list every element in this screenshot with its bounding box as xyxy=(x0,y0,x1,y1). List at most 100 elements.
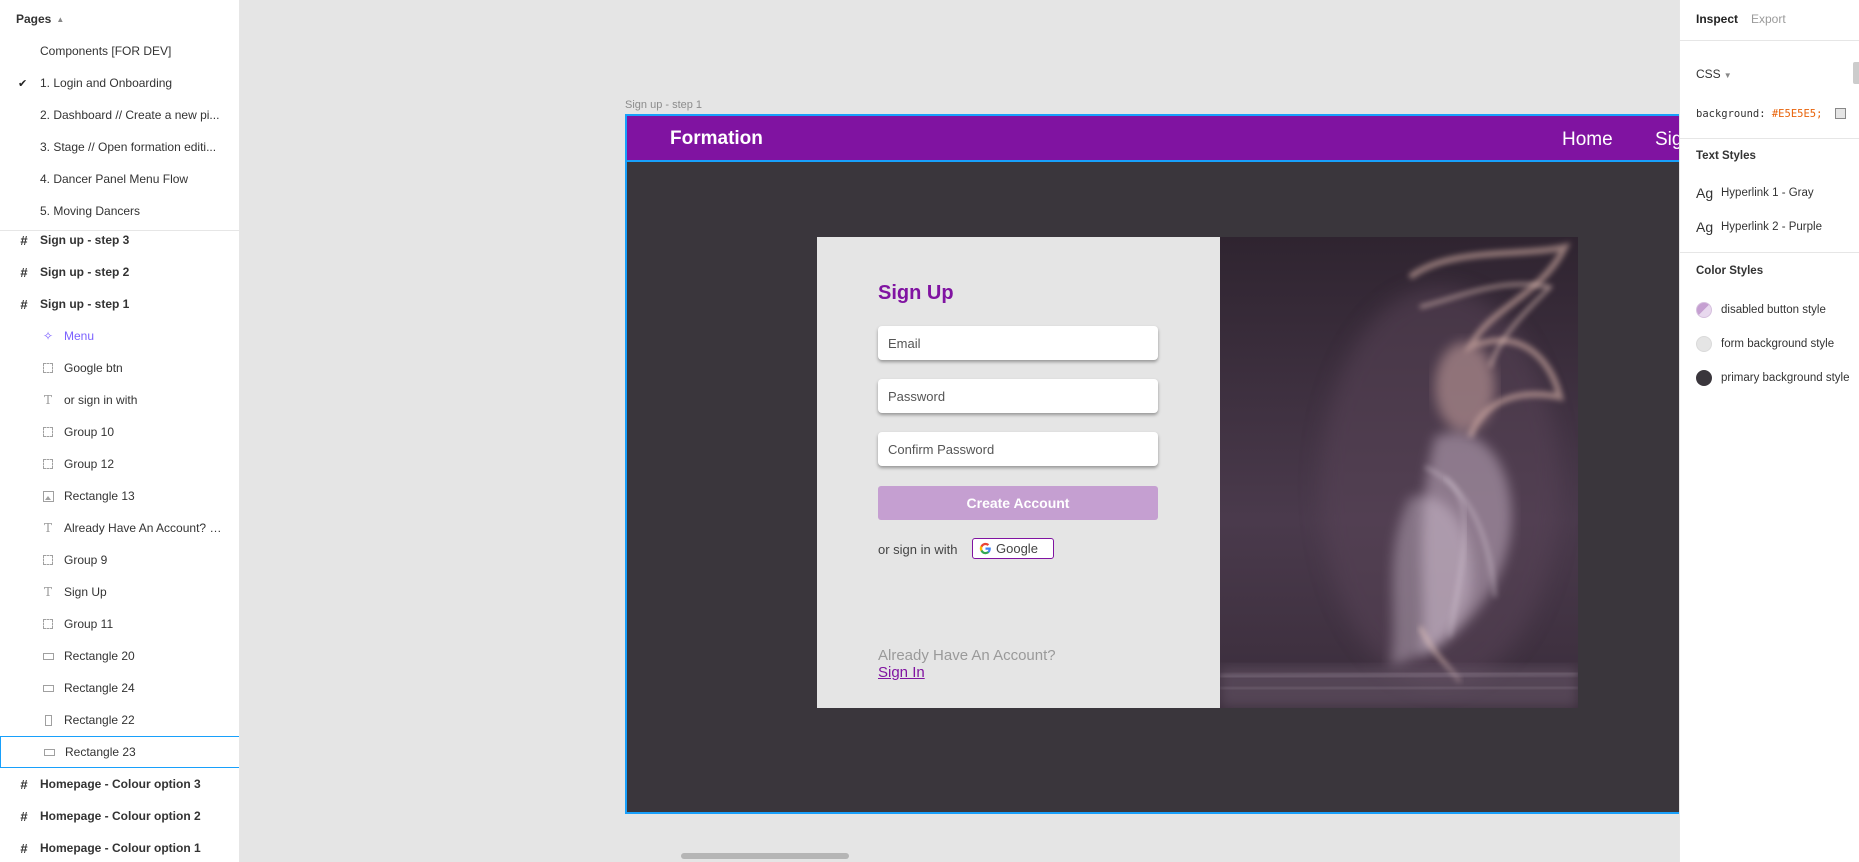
layer-label: Sign up - step 2 xyxy=(40,265,130,279)
color-swatch-icon xyxy=(1696,336,1712,352)
confirm-password-field[interactable]: Confirm Password xyxy=(878,432,1158,466)
sign-in-link[interactable]: Sign In xyxy=(878,664,925,681)
layer-label: Group 11 xyxy=(64,617,114,631)
signup-frame[interactable]: Formation Home Sign In Sign Up Email Pas… xyxy=(625,114,1778,814)
tab-export[interactable]: Export xyxy=(1751,12,1786,26)
frame-name-label[interactable]: Sign up - step 1 xyxy=(625,99,702,111)
brand-logo-text[interactable]: Formation xyxy=(670,128,763,150)
rectangle-icon xyxy=(41,713,55,727)
panel-divider xyxy=(1680,138,1859,139)
css-property: background: xyxy=(1696,108,1772,120)
layer-label: Rectangle 23 xyxy=(65,745,136,759)
page-item-label: 1. Login and Onboarding xyxy=(40,76,173,90)
text-icon: T xyxy=(43,585,52,599)
component-instance-icon: ✧ xyxy=(42,329,54,343)
pages-header[interactable]: Pages ▲ xyxy=(16,12,64,26)
nav-home-link[interactable]: Home xyxy=(1562,129,1613,151)
google-button-label: Google xyxy=(996,541,1038,556)
google-button[interactable]: Google xyxy=(972,538,1054,559)
text-style-preview-icon: Ag xyxy=(1696,219,1714,235)
or-sign-in-with-label: or sign in with xyxy=(878,542,958,557)
layer-row[interactable]: T or sign in with xyxy=(0,384,239,416)
group-icon xyxy=(41,617,55,631)
layer-row-selected[interactable]: Rectangle 23 xyxy=(0,736,239,768)
layer-row[interactable]: # Homepage - Colour option 2 xyxy=(0,800,239,832)
frame-icon: # xyxy=(20,296,28,312)
layer-label: Homepage - Colour option 1 xyxy=(40,841,201,855)
page-item[interactable]: Components [FOR DEV] xyxy=(0,35,239,67)
layer-row[interactable]: # Homepage - Colour option 3 xyxy=(0,768,239,800)
css-code-line[interactable]: background: #E5E5E5; xyxy=(1696,108,1822,120)
dancer-photo[interactable] xyxy=(1220,237,1578,708)
text-style-label: Hyperlink 1 - Gray xyxy=(1721,187,1814,199)
layer-label: Already Have An Account? Si... xyxy=(64,521,226,535)
layer-row[interactable]: T Already Have An Account? Si... xyxy=(0,512,239,544)
layer-row[interactable]: Group 9 xyxy=(0,544,239,576)
color-style-item[interactable]: primary background style xyxy=(1696,370,1849,386)
panel-divider xyxy=(1680,40,1859,41)
layer-row[interactable]: T Sign Up xyxy=(0,576,239,608)
layer-row[interactable]: Rectangle 24 xyxy=(0,672,239,704)
layer-row[interactable]: Rectangle 22 xyxy=(0,704,239,736)
frame-icon: # xyxy=(20,232,28,248)
page-item[interactable]: 3. Stage // Open formation editi... xyxy=(0,131,239,163)
layer-row[interactable]: # Sign up - step 2 xyxy=(0,256,239,288)
layer-row[interactable]: # Sign up - step 3 xyxy=(0,224,239,256)
page-item-label: 2. Dashboard // Create a new pi... xyxy=(40,108,220,122)
color-style-item[interactable]: form background style xyxy=(1696,336,1834,352)
rectangle-icon xyxy=(41,649,55,663)
horizontal-scrollbar[interactable] xyxy=(681,853,849,859)
page-item-label: Components [FOR DEV] xyxy=(40,44,172,58)
color-swatch-icon xyxy=(1696,302,1712,318)
pages-title: Pages xyxy=(16,12,52,26)
frame-icon: # xyxy=(20,840,28,856)
layers-panel: Pages ▲ Components [FOR DEV] ✔ 1. Login … xyxy=(0,0,240,862)
text-style-item[interactable]: Ag Hyperlink 2 - Purple xyxy=(1696,219,1822,235)
design-canvas[interactable]: Sign up - step 1 Formation Home Sign In … xyxy=(241,0,1778,862)
layer-label: Sign Up xyxy=(64,585,107,599)
layer-label: Rectangle 24 xyxy=(64,681,135,695)
group-icon xyxy=(41,457,55,471)
group-icon xyxy=(41,553,55,567)
password-field[interactable]: Password xyxy=(878,379,1158,413)
page-item[interactable]: 5. Moving Dancers xyxy=(0,195,239,227)
checkmark-icon: ✔ xyxy=(18,77,28,90)
form-title: Sign Up xyxy=(878,282,954,304)
page-item[interactable]: 2. Dashboard // Create a new pi... xyxy=(0,99,239,131)
chevron-up-icon: ▲ xyxy=(56,14,65,24)
text-icon: T xyxy=(43,521,52,535)
signup-form-card[interactable]: Sign Up Email Password Confirm Password … xyxy=(817,237,1220,708)
color-style-label: disabled button style xyxy=(1721,304,1826,316)
layer-row[interactable]: Rectangle 13 xyxy=(0,480,239,512)
layer-row[interactable]: ✧ Menu xyxy=(0,320,239,352)
collapse-handle[interactable] xyxy=(1853,62,1859,84)
create-account-button[interactable]: Create Account xyxy=(878,486,1158,520)
page-item[interactable]: 4. Dancer Panel Menu Flow xyxy=(0,163,239,195)
image-icon xyxy=(41,489,55,503)
menu-bar[interactable]: Formation Home Sign In xyxy=(627,116,1776,162)
code-language-select[interactable]: CSS ▼ xyxy=(1696,67,1732,81)
text-style-item[interactable]: Ag Hyperlink 1 - Gray xyxy=(1696,185,1814,201)
layer-row[interactable]: Group 10 xyxy=(0,416,239,448)
layer-row[interactable]: # Homepage - Colour option 1 xyxy=(0,832,239,862)
layer-row[interactable]: Rectangle 20 xyxy=(0,640,239,672)
layer-label: Group 12 xyxy=(64,457,115,471)
text-styles-heading: Text Styles xyxy=(1696,150,1756,162)
layer-row[interactable]: # Sign up - step 1 xyxy=(0,288,239,320)
tab-inspect[interactable]: Inspect xyxy=(1696,12,1738,26)
chevron-down-icon: ▼ xyxy=(1723,71,1732,80)
layer-row[interactable]: Group 11 xyxy=(0,608,239,640)
color-style-item[interactable]: disabled button style xyxy=(1696,302,1826,318)
layer-label: Menu xyxy=(64,329,95,343)
layer-label: Homepage - Colour option 3 xyxy=(40,777,201,791)
layer-label: Sign up - step 3 xyxy=(40,233,130,247)
inspect-panel: Inspect Export CSS ▼ background: #E5E5E5;… xyxy=(1679,0,1859,862)
text-icon: T xyxy=(43,393,52,407)
layer-row[interactable]: Group 12 xyxy=(0,448,239,480)
email-field[interactable]: Email xyxy=(878,326,1158,360)
frame-icon: # xyxy=(20,776,28,792)
google-icon xyxy=(979,542,991,555)
rectangle-icon xyxy=(42,745,56,759)
page-item-current[interactable]: ✔ 1. Login and Onboarding xyxy=(0,67,239,99)
layer-row[interactable]: Google btn xyxy=(0,352,239,384)
